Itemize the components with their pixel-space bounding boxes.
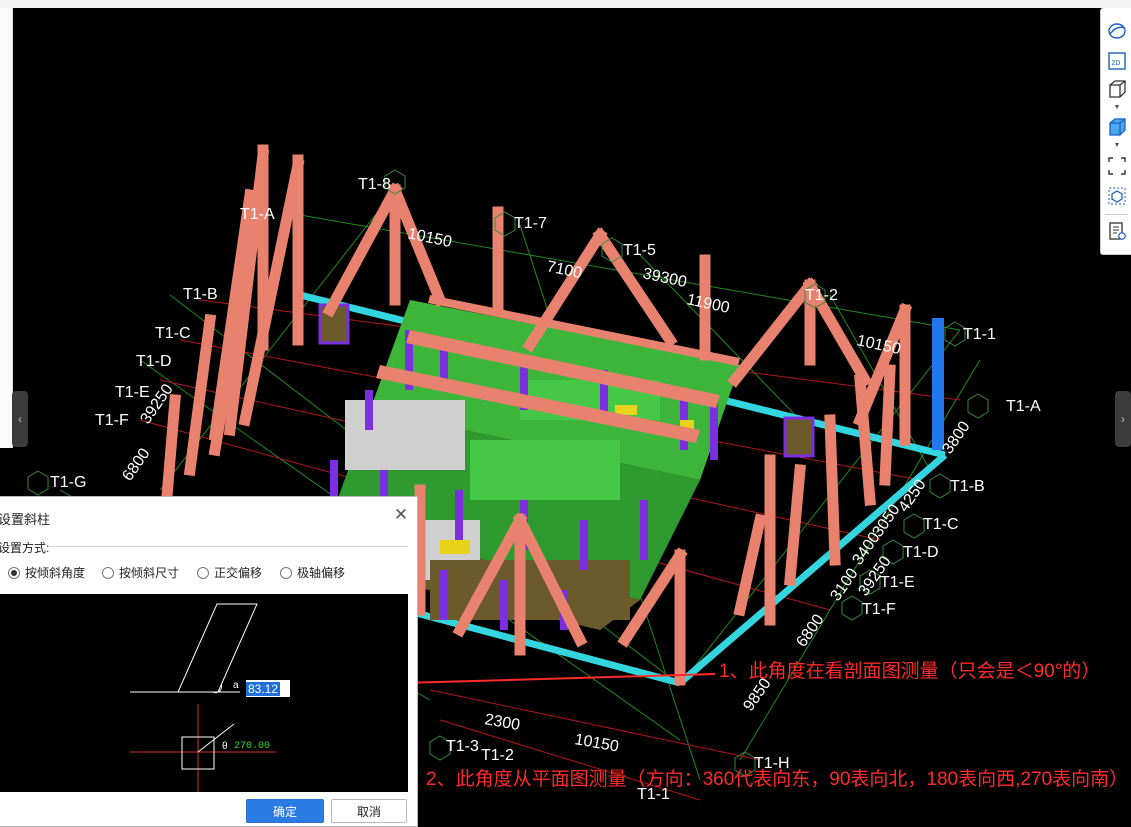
ok-button[interactable]: 确定 — [246, 799, 324, 823]
radio-checked-icon[interactable] — [8, 566, 20, 579]
dimension-text: 39300 — [641, 265, 688, 291]
radio-icon[interactable] — [102, 566, 114, 579]
dimension-text: 3800 — [939, 418, 973, 457]
theta-symbol: θ — [222, 741, 228, 752]
top-strip — [0, 0, 1131, 8]
option-label: 正交偏移 — [214, 566, 263, 580]
option-label: 按倾斜尺寸 — [119, 566, 180, 580]
axis-label: T1-G — [50, 474, 86, 491]
mode-label: 设置方式: — [0, 541, 50, 555]
cancel-button[interactable]: 取消 — [331, 799, 407, 823]
left-panel-edge — [0, 8, 13, 448]
option-by-size[interactable]: 按倾斜尺寸 — [102, 564, 179, 581]
axis-label: T1-2 — [481, 747, 514, 764]
axis-label: T1-F — [95, 412, 129, 429]
option-label: 按倾斜角度 — [25, 566, 86, 580]
axis-label: T1-7 — [514, 215, 547, 232]
alpha-angle-value: 83.12 — [246, 682, 281, 696]
dimension-text: 2300 — [483, 711, 521, 734]
axis-label: T1-5 — [623, 242, 656, 259]
isolate-icon[interactable] — [1106, 185, 1128, 207]
axis-label: T1-B — [183, 286, 218, 303]
option-by-angle[interactable]: 按倾斜角度 — [8, 564, 85, 581]
dimension-text: 6800 — [793, 611, 827, 650]
axis-label: T1-D — [903, 544, 939, 561]
right-panel-toggle[interactable]: › — [1115, 391, 1131, 447]
axis-label: T1-2 — [805, 287, 838, 304]
axis-label: T1-B — [950, 478, 985, 495]
dimension-text: 6800 — [119, 445, 153, 484]
dimension-text: 10150 — [573, 731, 620, 755]
axis-label: T1-F — [862, 601, 896, 618]
annotation-note-1: 1、此角度在看剖面图测量（只会是＜90°的） — [719, 661, 1101, 682]
option-polar-offset[interactable]: 极轴偏移 — [280, 564, 345, 581]
toolbar-divider — [1105, 214, 1128, 215]
3d-solid-icon[interactable] — [1106, 116, 1128, 138]
alpha-symbol: a — [233, 680, 239, 691]
radio-icon[interactable] — [280, 566, 292, 579]
axis-label: T1-C — [923, 516, 959, 533]
3d-wireframe-icon[interactable] — [1106, 78, 1128, 100]
radio-icon[interactable] — [197, 566, 209, 579]
close-icon[interactable]: ✕ — [393, 506, 409, 523]
view-toolbar: 2D ▼ ▼ — [1100, 8, 1131, 255]
axis-label: T1-A — [1006, 398, 1041, 415]
svg-text:2D: 2D — [1112, 60, 1121, 67]
dialog-title: 设置斜柱 — [0, 512, 51, 527]
2d-view-icon[interactable]: 2D — [1106, 50, 1128, 72]
option-label: 极轴偏移 — [297, 566, 346, 580]
chevron-down-icon[interactable]: ▼ — [1113, 142, 1121, 149]
angle-preview-canvas: a θ 270.00 — [0, 594, 408, 792]
axis-label: T1-C — [155, 325, 191, 342]
axis-label: T1-A — [240, 206, 275, 223]
axis-label: T1-8 — [358, 176, 391, 193]
chevron-down-icon[interactable]: ▼ — [1113, 104, 1121, 111]
orbit-icon[interactable] — [1106, 20, 1128, 42]
fit-view-icon[interactable] — [1106, 155, 1128, 177]
theta-value: 270.00 — [234, 741, 270, 752]
axis-label: T1-1 — [963, 326, 996, 343]
annotation-note-2: 2、此角度从平面图测量（方向：360代表向东，90表向北，180表向西,270表… — [426, 769, 1129, 790]
properties-view-icon[interactable] — [1106, 220, 1128, 242]
divider — [48, 546, 408, 547]
alpha-angle-input[interactable]: 83.12 — [246, 680, 290, 697]
axis-label: T1-E — [115, 384, 150, 401]
axis-label: T1-3 — [446, 738, 479, 755]
set-inclined-column-dialog: 设置斜柱 ✕ 设置方式: 按倾斜角度 按倾斜尺寸 正交偏移 极轴偏移 a θ 2… — [0, 496, 418, 827]
option-orthogonal-offset[interactable]: 正交偏移 — [197, 564, 262, 581]
axis-label: T1-D — [136, 353, 172, 370]
left-panel-toggle[interactable]: ‹ — [12, 391, 28, 447]
